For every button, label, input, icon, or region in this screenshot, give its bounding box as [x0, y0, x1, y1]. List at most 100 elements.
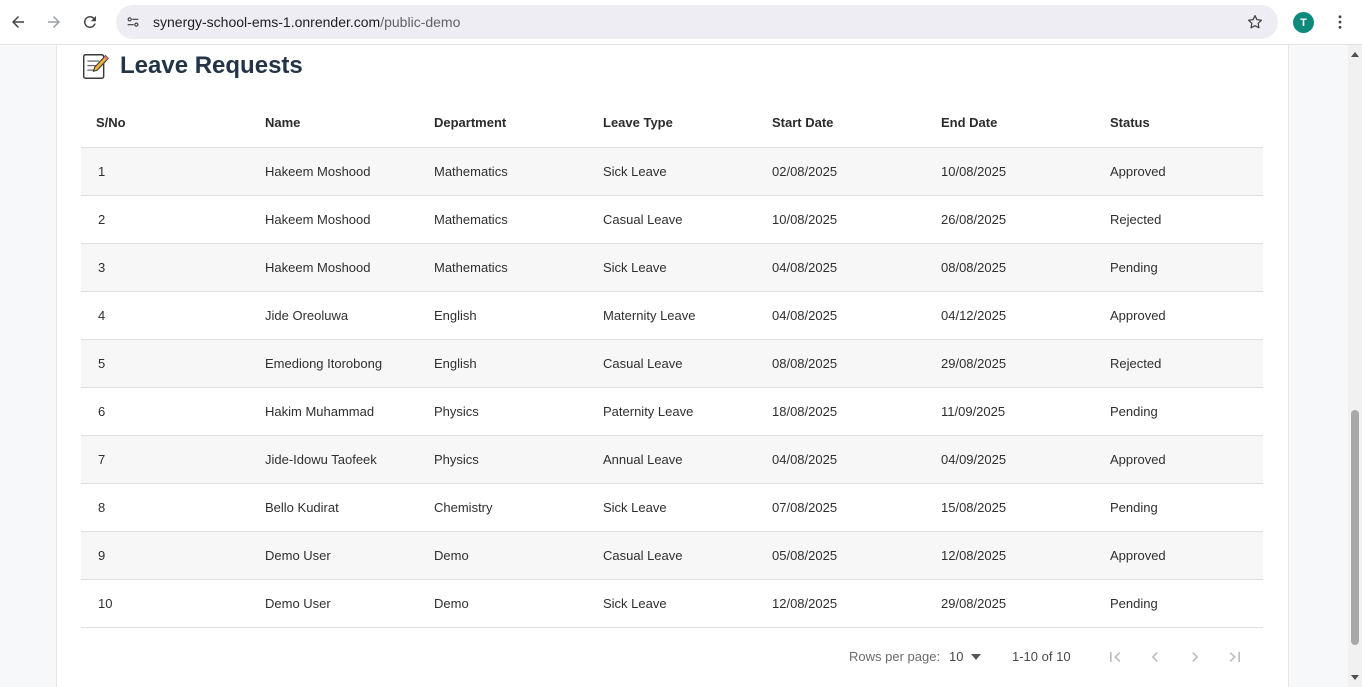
column-header-name: Name [250, 99, 419, 148]
cell-sno: 7 [81, 435, 250, 484]
table-row: 3 Hakeem Moshood Mathematics Sick Leave 04/0… [81, 243, 1263, 292]
cell-name: Demo User [250, 531, 419, 580]
cell-start-date: 08/08/2025 [757, 339, 926, 388]
arrow-right-icon [48, 16, 60, 28]
cell-sno: 10 [81, 579, 250, 628]
cell-end-date: 04/12/2025 [926, 291, 1095, 340]
cell-leave-type: Casual Leave [588, 531, 757, 580]
leave-requests-table: S/No Name Department Leave Type Start Da… [81, 99, 1263, 628]
site-settings-icon[interactable] [124, 13, 142, 31]
url-host: synergy-school-ems-1.onrender.com [153, 14, 381, 30]
cell-end-date: 12/08/2025 [926, 531, 1095, 580]
cell-leave-type: Casual Leave [588, 195, 757, 244]
cell-leave-type: Casual Leave [588, 339, 757, 388]
table-row: 6 Hakim Muhammad Physics Paternity Leave 18/… [81, 387, 1263, 436]
table-header-row: S/No Name Department Leave Type Start Da… [81, 99, 1263, 148]
address-bar[interactable]: synergy-school-ems-1.onrender.com/public… [116, 5, 1278, 39]
cell-leave-type: Sick Leave [588, 243, 757, 292]
caret-down-icon [971, 653, 982, 660]
cell-start-date: 04/08/2025 [757, 243, 926, 292]
cell-leave-type: Sick Leave [588, 579, 757, 628]
table-body: 1 Hakeem Moshood Mathematics Sick Leave 02/0… [81, 147, 1263, 628]
table-row: 10 Demo User Demo Sick Leave 12/08/2025 29/08… [81, 579, 1263, 628]
cell-sno: 1 [81, 147, 250, 196]
cell-end-date: 29/08/2025 [926, 579, 1095, 628]
cell-status: Pending [1095, 483, 1263, 532]
scrollbar-thumb[interactable] [1351, 410, 1359, 645]
cell-name: Demo User [250, 579, 419, 628]
more-options-icon[interactable] [1331, 12, 1349, 32]
table-row: 1 Hakeem Moshood Mathematics Sick Leave 02/0… [81, 147, 1263, 196]
cell-name: Jide-Idowu Taofeek [250, 435, 419, 484]
table-row: 7 Jide-Idowu Taofeek Physics Annual Leave 04… [81, 435, 1263, 484]
cell-status: Rejected [1095, 339, 1263, 388]
column-header-end-date: End Date [926, 99, 1095, 148]
browser-toolbar: synergy-school-ems-1.onrender.com/public… [0, 0, 1362, 45]
cell-status: Approved [1095, 531, 1263, 580]
cell-leave-type: Sick Leave [588, 147, 757, 196]
profile-avatar[interactable]: T [1293, 12, 1314, 33]
cell-leave-type: Annual Leave [588, 435, 757, 484]
cell-department: English [419, 339, 588, 388]
scroll-down-arrow-icon[interactable] [1351, 673, 1359, 681]
cell-status: Pending [1095, 387, 1263, 436]
table-row: 8 Bello Kudirat Chemistry Sick Leave 07/08/2… [81, 483, 1263, 532]
cell-name: Hakeem Moshood [250, 147, 419, 196]
cell-status: Approved [1095, 291, 1263, 340]
previous-page-button[interactable] [1143, 645, 1167, 669]
cell-department: English [419, 291, 588, 340]
cell-sno: 2 [81, 195, 250, 244]
cell-department: Mathematics [419, 243, 588, 292]
url-path: /public-demo [380, 14, 461, 30]
bookmark-star-icon[interactable] [1246, 13, 1264, 31]
forward-button[interactable] [41, 9, 67, 35]
cell-end-date: 10/08/2025 [926, 147, 1095, 196]
cell-end-date: 29/08/2025 [926, 339, 1095, 388]
next-page-button[interactable] [1183, 645, 1207, 669]
cell-leave-type: Sick Leave [588, 483, 757, 532]
cell-department: Demo [419, 579, 588, 628]
cell-start-date: 18/08/2025 [757, 387, 926, 436]
cell-name: Hakeem Moshood [250, 195, 419, 244]
table-row: 2 Hakeem Moshood Mathematics Casual Leave 10… [81, 195, 1263, 244]
column-header-status: Status [1095, 99, 1263, 148]
first-page-icon [1110, 652, 1121, 662]
rows-per-page-select[interactable]: 10 [949, 649, 982, 664]
table-row: 4 Jide Oreoluwa English Maternity Leave 04/0… [81, 291, 1263, 340]
scroll-up-arrow-icon[interactable] [1351, 51, 1359, 59]
cell-leave-type: Maternity Leave [588, 291, 757, 340]
page-scrollbar[interactable] [1348, 45, 1362, 687]
chevron-left-icon [1151, 652, 1158, 662]
first-page-button[interactable] [1103, 645, 1127, 669]
column-header-sno: S/No [81, 99, 250, 148]
cell-name: Hakeem Moshood [250, 243, 419, 292]
cell-sno: 4 [81, 291, 250, 340]
pagination-range: 1-10 of 10 [1012, 649, 1071, 664]
cell-status: Pending [1095, 243, 1263, 292]
back-button[interactable] [5, 9, 31, 35]
last-page-icon [1229, 652, 1240, 662]
reload-button[interactable] [77, 9, 103, 35]
cell-start-date: 02/08/2025 [757, 147, 926, 196]
cell-department: Chemistry [419, 483, 588, 532]
cell-end-date: 08/08/2025 [926, 243, 1095, 292]
rows-per-page-value: 10 [949, 649, 964, 664]
cell-department: Demo [419, 531, 588, 580]
cell-name: Hakim Muhammad [250, 387, 419, 436]
last-page-button[interactable] [1223, 645, 1247, 669]
cell-sno: 5 [81, 339, 250, 388]
chevron-right-icon [1192, 652, 1199, 662]
cell-end-date: 04/09/2025 [926, 435, 1095, 484]
cell-status: Rejected [1095, 195, 1263, 244]
cell-end-date: 15/08/2025 [926, 483, 1095, 532]
column-header-department: Department [419, 99, 588, 148]
rows-per-page-label: Rows per page: [849, 649, 941, 664]
cell-status: Approved [1095, 435, 1263, 484]
cell-sno: 6 [81, 387, 250, 436]
cell-start-date: 04/08/2025 [757, 291, 926, 340]
cell-start-date: 07/08/2025 [757, 483, 926, 532]
cell-start-date: 10/08/2025 [757, 195, 926, 244]
cell-end-date: 26/08/2025 [926, 195, 1095, 244]
page-title-text: Leave Requests [120, 52, 303, 79]
url-text[interactable]: synergy-school-ems-1.onrender.com/public… [153, 14, 460, 30]
